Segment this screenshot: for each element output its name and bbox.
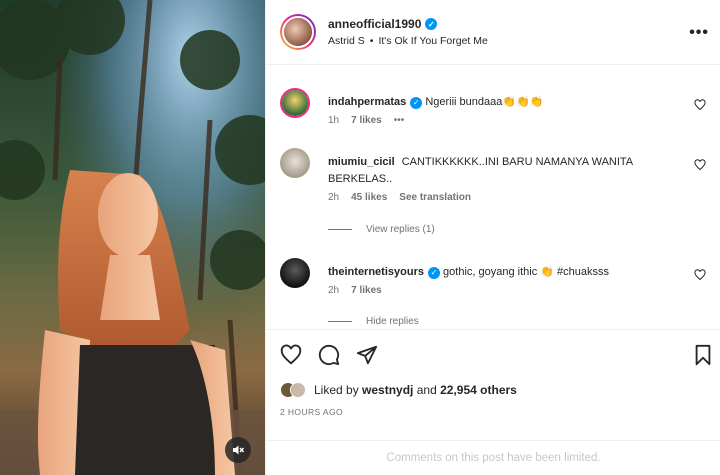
speaker-muted-icon [233,445,245,455]
author-username-row: anneofficial1990 ✓ [328,17,488,31]
liked-by: Liked by westnydj and 22,954 others [280,382,517,398]
heart-icon[interactable] [694,269,706,281]
post-photo[interactable] [0,0,265,475]
comment-username[interactable]: theinternetisyours [328,266,424,278]
comments-limited-notice: Comments on this post have been limited. [266,440,720,475]
comment-likes[interactable]: 45 likes [351,192,387,203]
author-username[interactable]: anneofficial1990 [328,17,421,31]
hide-replies-label: Hide replies [366,316,419,327]
verified-badge-icon: ✓ [425,18,438,30]
comment-meta: 2h 45 likes See translation [328,192,471,203]
liker-avatar[interactable] [290,382,306,398]
comment-avatar[interactable] [280,258,310,288]
audio-info[interactable]: Astrid S • It's Ok If You Forget Me [328,35,488,47]
see-translation-link[interactable]: See translation [399,192,471,203]
post-modal: anneofficial1990 ✓ Astrid S • It's Ok If… [0,0,720,475]
comments-list: indahpermatas ✓ Ngeriii bundaaa👏👏👏 1h 7 l… [266,66,720,328]
comment-time[interactable]: 2h [328,285,339,296]
comment-time[interactable]: 2h [328,192,339,203]
audio-artist[interactable]: Astrid S [328,35,365,47]
author-avatar[interactable] [280,14,316,50]
bookmark-icon [695,344,711,366]
comment-meta: 2h 7 likes [328,285,382,296]
audio-separator: • [369,35,374,47]
liked-count[interactable]: 22,954 others [440,383,517,397]
comment-likes[interactable]: 7 likes [351,115,382,126]
comment-text: gothic, goyang ithic 👏 #chuaksss [443,266,609,278]
heart-icon[interactable] [694,99,706,111]
post-actions: Liked by westnydj and 22,954 others 2 HO… [266,329,720,439]
comment-options[interactable]: ••• [394,115,405,126]
more-options-icon[interactable]: ••• [689,24,709,42]
liked-user[interactable]: westnydj [362,383,413,397]
post-details-panel: anneofficial1990 ✓ Astrid S • It's Ok If… [265,0,720,475]
comment-item: indahpermatas ✓ Ngeriii bundaaa👏👏👏 1h 7 l… [280,88,710,148]
mute-button[interactable] [225,437,251,463]
verified-badge-icon: ✓ [427,266,440,279]
view-replies-label: View replies (1) [366,224,435,235]
heart-icon[interactable] [694,159,706,171]
comment-username[interactable]: miumiu_cicil [328,156,395,168]
liked-prefix: Liked by [314,383,359,397]
post-timestamp[interactable]: 2 HOURS AGO [280,407,343,417]
save-button[interactable] [693,344,713,366]
comment-meta: 1h 7 likes ••• [328,115,404,126]
post-header: anneofficial1990 ✓ Astrid S • It's Ok If… [266,0,720,65]
comment-avatar[interactable] [280,148,310,178]
comment-item: theinternetisyours ✓ gothic, goyang ithic… [280,258,710,328]
verified-badge-icon: ✓ [410,96,423,109]
comment-item: miumiu_cicil CANTIKKKKKK..INI BARU NAMAN… [280,148,710,238]
comment-likes[interactable]: 7 likes [351,285,382,296]
heart-icon[interactable] [280,344,302,366]
hide-replies-button[interactable]: Hide replies [328,316,419,327]
comment-text: Ngeriii bundaaa👏👏👏 [425,96,544,108]
liked-by-text: Liked by westnydj and 22,954 others [314,383,517,397]
comment-avatar[interactable] [280,88,310,118]
comment-username[interactable]: indahpermatas [328,96,406,108]
share-icon[interactable] [356,344,378,366]
comment-time[interactable]: 1h [328,115,339,126]
audio-title[interactable]: It's Ok If You Forget Me [378,35,487,47]
post-photo-art [0,0,265,475]
liked-and: and [416,383,437,397]
view-replies-button[interactable]: View replies (1) [328,224,435,235]
comment-icon[interactable] [318,344,340,366]
